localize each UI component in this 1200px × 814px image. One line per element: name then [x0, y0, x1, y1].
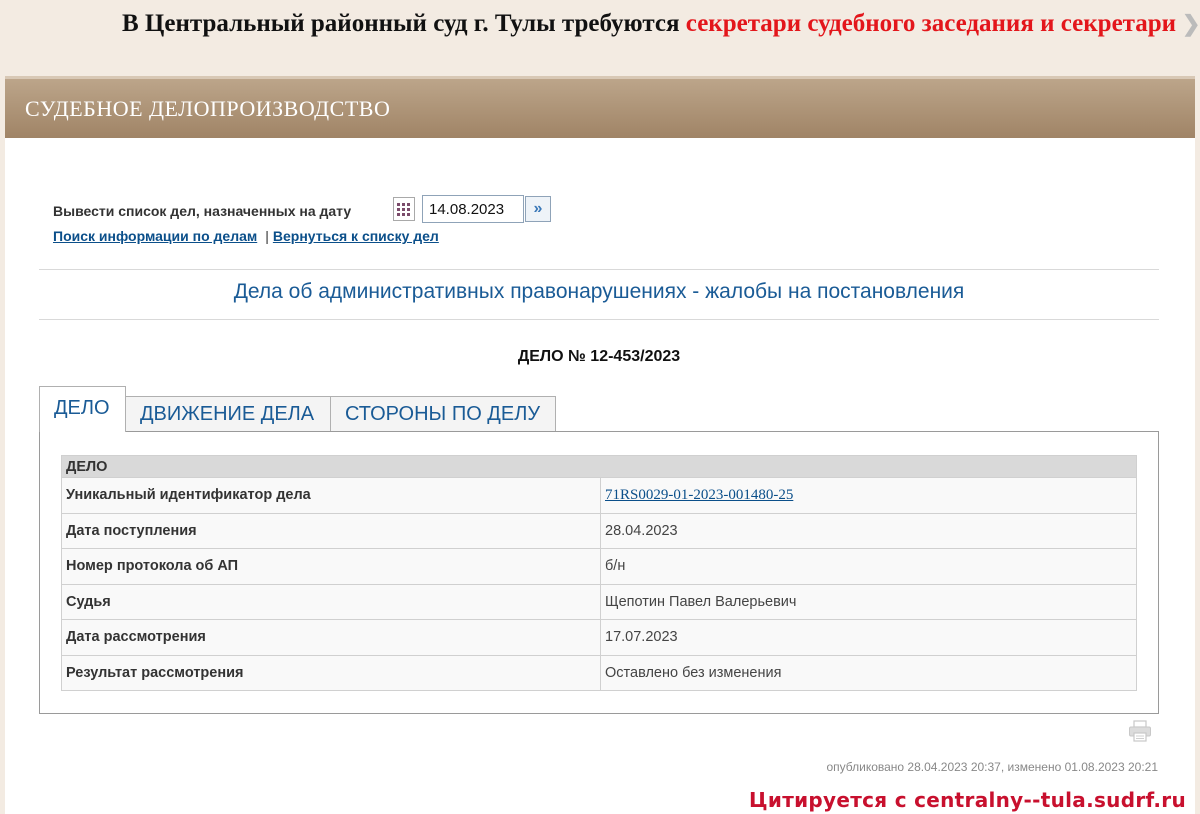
- row-value: 28.04.2023: [600, 512, 1137, 549]
- row-value: 71RS0029-01-2023-001480-25: [600, 477, 1137, 514]
- row-label: Дата рассмотрения: [61, 619, 601, 656]
- row-label: Уникальный идентификатор дела: [61, 477, 601, 514]
- row-label: Номер протокола об АП: [61, 548, 601, 585]
- section-title: СУДЕБНОЕ ДЕЛОПРОИЗВОДСТВО: [25, 96, 391, 121]
- table-header: ДЕЛО: [61, 455, 1137, 478]
- table-row: Номер протокола об АП б/н: [61, 548, 1137, 585]
- divider-top: [39, 269, 1159, 270]
- nav-links: Поиск информации по делам | Вернуться к сп…: [53, 228, 439, 244]
- row-value: 17.07.2023: [600, 619, 1137, 656]
- content-frame: СУДЕБНОЕ ДЕЛОПРОИЗВОДСТВО Вывести список…: [5, 76, 1195, 814]
- show-cases-button[interactable]: »: [525, 196, 551, 222]
- ticker-text: В Центральный районный суд г. Тулы требу…: [122, 10, 686, 37]
- tab-case-parties[interactable]: СТОРОНЫ ПО ДЕЛУ: [330, 396, 556, 431]
- printer-icon[interactable]: [1128, 720, 1152, 742]
- row-label: Результат рассмотрения: [61, 654, 601, 691]
- ticker-highlight[interactable]: секретари судебного заседания и секретар…: [686, 10, 1194, 37]
- row-label: Судья: [61, 583, 601, 620]
- table-row: Уникальный идентификатор дела 71RS0029-0…: [61, 477, 1137, 514]
- case-category: Дела об административных правонарушениях…: [233, 280, 965, 303]
- table-row: Дата рассмотрения 17.07.2023: [61, 619, 1137, 656]
- tab-case-movement[interactable]: ДВИЖЕНИЕ ДЕЛА: [125, 396, 331, 431]
- case-number: ДЕЛО № 12-453/2023: [517, 348, 681, 365]
- row-label: Дата поступления: [61, 512, 601, 549]
- table-row: Судья Щепотин Павел Валерьевич: [61, 583, 1137, 620]
- announcement-ticker: В Центральный районный суд г. Тулы требу…: [0, 0, 1200, 52]
- row-value: Оставлено без изменения: [600, 654, 1137, 691]
- row-value: б/н: [600, 548, 1137, 585]
- table-header-row: ДЕЛО: [61, 455, 1137, 478]
- table-row: Результат рассмотрения Оставлено без изм…: [61, 654, 1137, 691]
- double-chevron-right-icon: »: [533, 200, 543, 217]
- table-row: Дата поступления 28.04.2023: [61, 512, 1137, 549]
- case-info-table: ДЕЛО Уникальный идентификатор дела 71RS0…: [61, 455, 1137, 691]
- date-input[interactable]: [422, 195, 524, 223]
- case-uid-link[interactable]: 71RS0029-01-2023-001480-25: [605, 487, 793, 503]
- ticker-chevron-icon[interactable]: ❯: [1182, 0, 1200, 52]
- back-to-list-link[interactable]: Вернуться к списку дел: [273, 228, 439, 244]
- date-filter-label: Вывести список дел, назначенных на дату: [53, 203, 352, 219]
- link-separator: |: [265, 228, 269, 244]
- divider-bottom: [39, 319, 1159, 320]
- publication-info: опубликовано 28.04.2023 20:37, изменено …: [826, 760, 1158, 774]
- row-value: Щепотин Павел Валерьевич: [600, 583, 1137, 620]
- search-cases-link[interactable]: Поиск информации по делам: [53, 228, 257, 244]
- section-header: СУДЕБНОЕ ДЕЛОПРОИЗВОДСТВО: [5, 76, 1195, 138]
- calendar-icon[interactable]: [393, 197, 415, 221]
- tab-case[interactable]: ДЕЛО: [39, 386, 126, 432]
- source-watermark: Цитируется с centralny--tula.sudrf.ru: [749, 788, 1186, 812]
- case-panel: ДЕЛО Уникальный идентификатор дела 71RS0…: [39, 431, 1159, 714]
